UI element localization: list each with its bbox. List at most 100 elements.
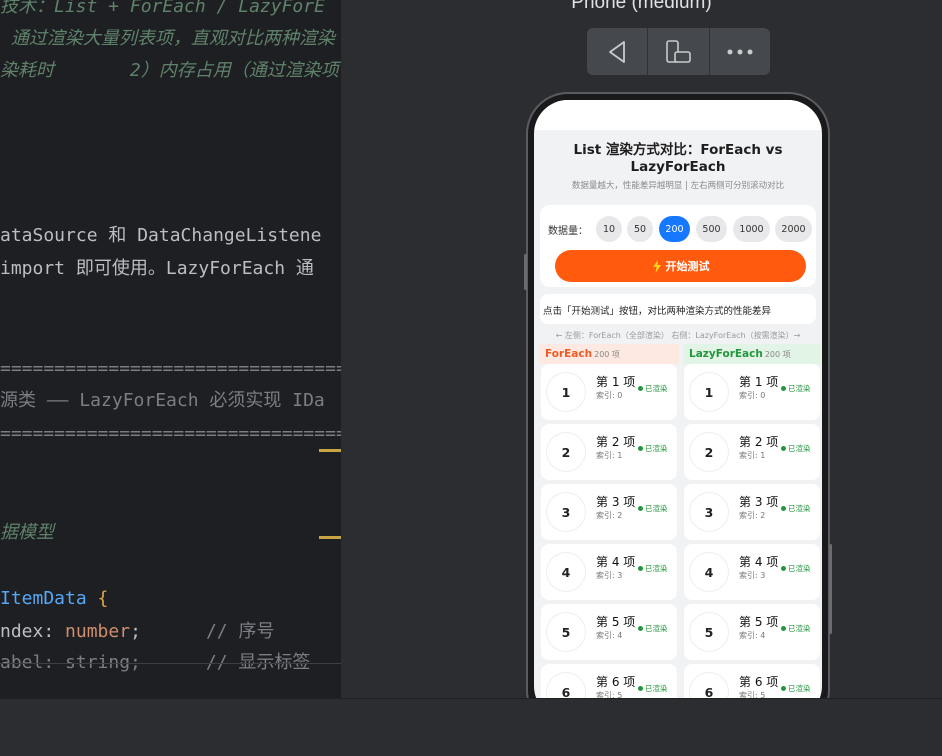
status-dot-icon [781,566,786,571]
status-dot-icon [781,386,786,391]
rendered-badge: 已渲染 [638,563,668,574]
list-item[interactable]: 1 第 1 项索引: 0 已渲染 [541,364,677,420]
rendered-label: 已渲染 [645,444,668,453]
lazyforeach-list[interactable]: 1 第 1 项索引: 0 已渲染 2 第 2 项索引: 1 已渲染 3 第 3 项索引: … [684,364,822,698]
list-item[interactable]: 1 第 1 项索引: 0 已渲染 [684,364,820,420]
class-name: ItemData [0,588,87,609]
count-button-500[interactable]: 500 [696,216,727,242]
more-button[interactable] [710,28,770,75]
foreach-count: 200 项 [594,350,620,359]
field-type: number [65,621,131,642]
status-dot-icon [638,506,643,511]
list-item[interactable]: 3 第 3 项索引: 2 已渲染 [684,484,820,540]
list-item[interactable]: 4 第 4 项索引: 3 已渲染 [684,544,820,600]
code-line-10: ItemData { [0,588,108,610]
item-title: 第 6 项 [739,675,779,689]
volume-button [524,254,527,290]
start-test-label: 开始测试 [665,260,710,273]
rendered-badge: 已渲染 [781,683,811,694]
item-title: 第 3 项 [739,495,779,509]
item-index: 索引: 5 [596,691,623,698]
status-bar [534,100,822,130]
item-number: 3 [547,493,585,531]
item-number: 4 [690,553,728,591]
start-test-button[interactable]: 开始测试 [555,250,806,282]
rendered-label: 已渲染 [645,684,668,693]
item-title: 第 2 项 [596,435,636,449]
item-index: 索引: 3 [596,571,623,580]
open-brace: { [97,588,109,609]
app-header: List 渲染方式对比：ForEach vs LazyForEach 数据量越大… [534,130,822,202]
code-line-1: 技术：List + ForEach / LazyForE [0,0,325,17]
rendered-badge: 已渲染 [638,443,668,454]
rendered-label: 已渲染 [788,384,811,393]
foreach-list[interactable]: 1 第 1 项索引: 0 已渲染 2 第 2 项索引: 1 已渲染 3 第 3 项索引: … [541,364,679,698]
list-item[interactable]: 5 第 5 项索引: 4 已渲染 [684,604,820,660]
app-subtitle: 数据量越大，性能差异越明显 | 左右两侧可分别滚动对比 [571,181,785,191]
list-item[interactable]: 3 第 3 项索引: 2 已渲染 [541,484,677,540]
rendered-badge: 已渲染 [781,503,811,514]
status-dot-icon [638,686,643,691]
list-item[interactable]: 2 第 2 项索引: 1 已渲染 [541,424,677,480]
list-item[interactable]: 6 第 6 项索引: 5 已渲染 [541,664,677,698]
item-title: 第 3 项 [596,495,636,509]
back-icon [609,40,626,63]
gutter-marker [319,536,341,539]
status-dot-icon [781,626,786,631]
status-dot-icon [638,626,643,631]
list-item[interactable]: 2 第 2 项索引: 1 已渲染 [684,424,820,480]
item-index: 索引: 2 [739,511,766,520]
count-button-1000[interactable]: 1000 [733,216,770,242]
code-line-6: ==================================== [0,358,341,379]
item-number: 5 [690,613,728,651]
rendered-label: 已渲染 [788,684,811,693]
rendered-badge: 已渲染 [781,443,811,454]
list-item[interactable]: 6 第 6 项索引: 5 已渲染 [684,664,820,698]
count-button-200[interactable]: 200 [659,216,690,242]
foreach-title: ForEach [545,348,593,360]
code-line-4: ataSource 和 DataChangeListene [0,225,322,246]
rendered-label: 已渲染 [788,624,811,633]
rendered-badge: 已渲染 [781,563,811,574]
item-number: 6 [547,673,585,698]
rendered-badge: 已渲染 [638,383,668,394]
code-editor[interactable]: 技术：List + ForEach / LazyForE 通过渲染大量列表项，直… [0,0,341,698]
rotate-button[interactable] [648,28,710,75]
rendered-badge: 已渲染 [638,623,668,634]
rendered-label: 已渲染 [788,564,811,573]
code-line-9: 据模型 [0,522,54,543]
count-button-50[interactable]: 50 [627,216,653,242]
item-index: 索引: 1 [739,451,766,460]
list-item[interactable]: 4 第 4 项索引: 3 已渲染 [541,544,677,600]
ide-bottom-bar [0,698,942,756]
rendered-label: 已渲染 [645,624,668,633]
rendered-label: 已渲染 [788,444,811,453]
item-index: 索引: 0 [596,391,623,400]
count-button-2000[interactable]: 2000 [775,216,812,242]
item-title: 第 5 项 [739,615,779,629]
count-button-10[interactable]: 10 [596,216,622,242]
code-line-8: ==================================== [0,423,341,444]
status-dot-icon [781,506,786,511]
phone-screen[interactable]: List 渲染方式对比：ForEach vs LazyForEach 数据量越大… [534,100,822,698]
column-legend: ← 左侧：ForEach（全部渲染） 右侧：LazyForEach（按需渲染）→ [555,331,801,340]
list-item[interactable]: 5 第 5 项索引: 4 已渲染 [541,604,677,660]
item-number: 6 [690,673,728,698]
rendered-label: 已渲染 [645,564,668,573]
gutter-marker [319,449,341,452]
more-icon [727,49,753,54]
rendered-badge: 已渲染 [781,623,811,634]
ide-window: 技术：List + ForEach / LazyForE 通过渲染大量列表项，直… [0,0,942,756]
lazyforeach-count: 200 项 [764,350,791,359]
lightning-icon [652,259,661,273]
back-button[interactable] [587,28,649,75]
rendered-badge: 已渲染 [638,683,668,694]
phone-frame: List 渲染方式对比：ForEach vs LazyForEach 数据量越大… [524,92,832,698]
status-dot-icon [638,446,643,451]
rendered-label: 已渲染 [788,504,811,513]
foreach-column-header: ForEach 200 项 [539,344,679,364]
lazyforeach-title: LazyForEach [689,348,763,360]
item-index: 索引: 2 [596,511,623,520]
device-title: Phone (medium) [571,0,712,13]
item-number: 1 [690,373,728,411]
